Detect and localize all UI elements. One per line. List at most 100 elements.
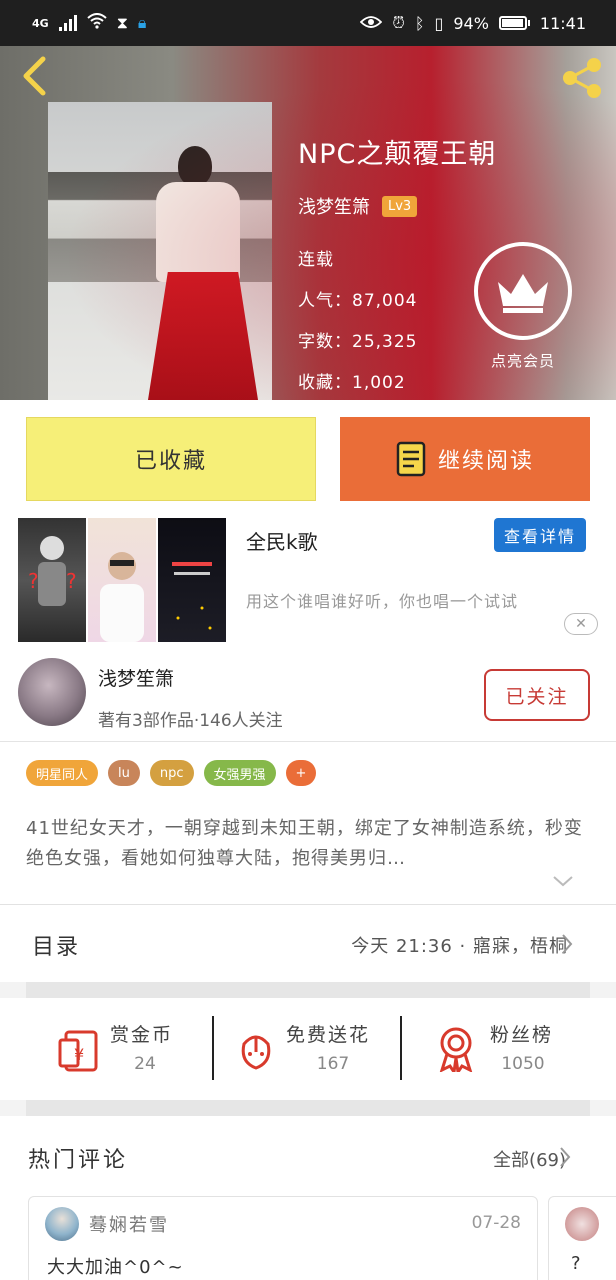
follow-button[interactable]: 已关注 [484, 669, 590, 721]
flower-icon [241, 1035, 271, 1070]
battery-icon [498, 16, 530, 30]
ad-description: 用这个谁唱谁好听，你也唱一个试试 [246, 592, 519, 611]
comment-avatar[interactable] [565, 1207, 599, 1241]
author-name[interactable]: 浅梦笙箫 [98, 664, 174, 691]
comment-date: 07-28 [471, 1213, 521, 1233]
share-button[interactable] [558, 54, 606, 102]
close-icon: ✕ [575, 616, 587, 632]
clock-time: 11:41 [539, 13, 586, 33]
back-button[interactable] [14, 56, 54, 96]
book-favorites: 收藏：1,002 [298, 373, 406, 393]
reward-bar: ¥ 赏金币 24 免费送花 167 粉丝榜 1050 [0, 998, 616, 1100]
favorite-button[interactable]: 已收藏 [26, 417, 316, 501]
cover-figure-skirt [148, 272, 258, 400]
ad-close-button[interactable]: ✕ [564, 613, 598, 635]
book-icon [396, 441, 426, 477]
section-divider [26, 1100, 590, 1116]
fan-rank-label: 粉丝榜 [490, 1024, 554, 1046]
medal-icon [439, 1027, 473, 1072]
hot-comments: 热门评论 全部(69) 蓦娴若雪 07-28 大大加油^0^~ ? [0, 1116, 616, 1280]
chevron-left-icon [23, 56, 46, 96]
book-title: NPC之颠覆王朝 [298, 139, 497, 170]
svg-text:?: ? [28, 569, 39, 593]
comment-card[interactable]: 蓦娴若雪 07-28 大大加油^0^~ [28, 1196, 538, 1280]
author-section: 浅梦笙箫 著有3部作品·146人关注 已关注 [0, 648, 616, 742]
comment-avatar[interactable] [45, 1207, 79, 1241]
continue-reading-button[interactable]: 继续阅读 [340, 417, 590, 501]
cover-figure-body [156, 182, 240, 282]
signal-icon [58, 15, 77, 31]
vibrate-icon: ▯ [434, 13, 444, 33]
status-left: 4G ⧗ 🔒︎ [32, 13, 146, 33]
tag-chip[interactable]: 女强男强 [203, 760, 276, 786]
tag-chip[interactable]: npc [149, 760, 194, 786]
lock-icon: 🔒︎ [137, 13, 147, 32]
network-type: 4G [32, 16, 49, 30]
share-icon [563, 58, 601, 98]
section-divider [26, 982, 590, 998]
continue-reading-label: 继续阅读 [437, 449, 534, 474]
reward-flower-label: 免费送花 [286, 1024, 371, 1046]
vip-label: 点亮会员 [490, 352, 555, 370]
book-word-count: 字数：25,325 [298, 332, 418, 352]
battery-fill [501, 19, 523, 27]
tag-chip[interactable]: lu [108, 760, 140, 786]
description-section: 明星同人 lu npc 女强男强 + 41世纪女天才，一朝穿越到未知王朝，绑定了女神制造… [0, 742, 616, 904]
reward-coin-label: 赏金币 [110, 1024, 174, 1046]
hot-comments-title: 热门评论 [28, 1148, 129, 1173]
book-description[interactable]: 41世纪女天才，一朝穿越到未知王朝，绑定了女神制造系统，秒变绝色女强，看她如何独… [26, 814, 592, 874]
book-cover[interactable] [48, 102, 272, 400]
catalog-label: 目录 [32, 935, 81, 960]
tag-chip[interactable]: + [285, 760, 317, 786]
book-popularity: 人气：87,004 [298, 291, 418, 311]
reward-coin-value: 24 [134, 1054, 156, 1074]
book-status: 连载 [298, 250, 334, 270]
status-right: ⏰︎ ᛒ ▯ 94% 11:41 [360, 13, 586, 33]
fan-rank-button[interactable]: 粉丝榜 1050 [436, 1018, 586, 1082]
reward-flower-button[interactable]: 免费送花 167 [236, 1018, 396, 1082]
comment-text: 大大加油^0^~ [47, 1257, 184, 1278]
hourglass-icon: ⧗ [116, 13, 128, 32]
chevron-right-icon [562, 934, 573, 954]
catalog-row[interactable]: 目录 今天 21:36 · 寤寐，梧桐 [0, 904, 616, 982]
chevron-right-icon [560, 1147, 571, 1167]
alarm-icon: ⏰︎ [392, 13, 405, 32]
battery-percent: 94% [453, 13, 489, 33]
action-bar: 已收藏 继续阅读 [0, 400, 616, 510]
tag-list: 明星同人 lu npc 女强男强 + [26, 760, 317, 786]
cover-figure-head [178, 146, 212, 186]
svg-text:¥: ¥ [74, 1045, 84, 1064]
ad-image-2 [88, 518, 156, 642]
latest-chapter: 今天 21:36 · 寤寐，梧桐 [351, 936, 568, 957]
comment-user[interactable]: 蓦娴若雪 [89, 1211, 169, 1237]
gift-envelope-icon: ¥ [58, 1030, 98, 1072]
vip-button[interactable]: 点亮会员 [474, 242, 572, 371]
chevron-down-icon[interactable] [552, 874, 574, 888]
bluetooth-icon: ᛒ [414, 13, 425, 33]
ad-details-button[interactable]: 查看详情 [494, 518, 586, 552]
eye-icon [360, 14, 383, 33]
comment-text: ? [571, 1253, 581, 1274]
author-meta: 著有3部作品·146人关注 [98, 711, 283, 731]
all-comments-link[interactable]: 全部(69) [493, 1146, 566, 1172]
comment-card[interactable]: ? [548, 1196, 616, 1280]
book-author[interactable]: 浅梦笙箫 [298, 193, 370, 219]
ad-banner[interactable]: ? ? 全民k歌 查看详情 用这个谁唱谁好听，你也唱一个试试 ✕ [0, 510, 616, 648]
book-header: NPC之颠覆王朝 浅梦笙箫 Lv3 连载 人气：87,004 字数：25,325… [0, 46, 616, 400]
tag-chip[interactable]: 明星同人 [26, 760, 99, 786]
ad-title: 全民k歌 [246, 530, 318, 554]
reward-divider [400, 1016, 402, 1080]
author-avatar[interactable] [18, 658, 86, 726]
book-author-row: 浅梦笙箫 Lv3 [298, 193, 496, 219]
crown-icon [474, 242, 572, 340]
status-bar: 4G ⧗ 🔒︎ ⏰︎ ᛒ ▯ 94% 11:41 [0, 0, 616, 46]
reward-divider [212, 1016, 214, 1080]
reward-coin-button[interactable]: ¥ 赏金币 24 [56, 1018, 206, 1082]
reward-flower-value: 167 [316, 1054, 350, 1074]
author-level-badge: Lv3 [382, 195, 418, 217]
svg-text:?: ? [66, 569, 77, 593]
ad-image-1: ? ? [18, 518, 86, 642]
book-info: NPC之颠覆王朝 浅梦笙箫 Lv3 连载 人气：87,004 字数：25,325… [298, 132, 496, 400]
fan-rank-value: 1050 [501, 1054, 545, 1074]
wifi-icon [87, 13, 107, 33]
